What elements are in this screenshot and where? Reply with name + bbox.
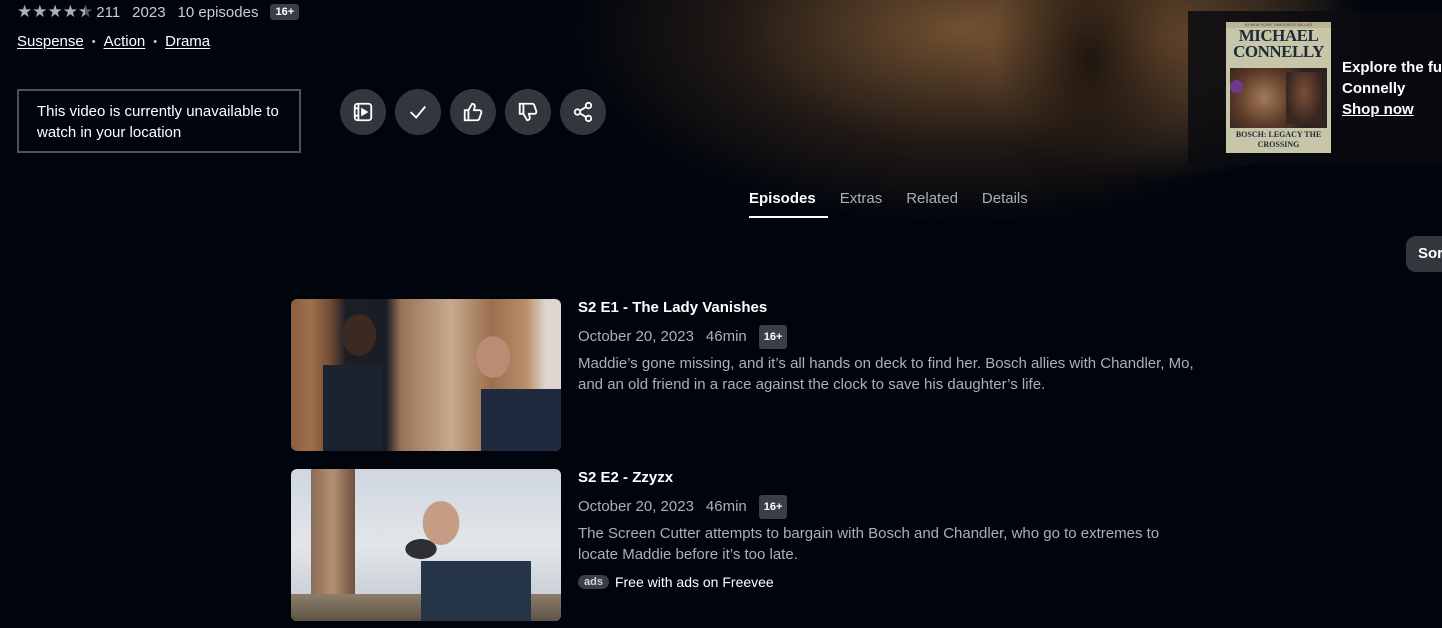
book-badge-icon [1230,80,1243,93]
hero-image [990,0,1190,200]
like-button[interactable] [450,89,496,135]
thumbnail-figure [315,305,385,451]
ad-text-line1: Explore the fu [1342,59,1442,76]
tab-details[interactable]: Details [970,188,1040,218]
book-title: BOSCH: LEGACY THE CROSSING [1235,130,1322,149]
genre-link-suspense[interactable]: Suspense [17,33,84,50]
age-rating-badge: 16+ [758,325,788,349]
thumbnail-figure [461,319,561,451]
thumbs-up-icon [463,102,483,122]
rating-count: 211 [96,3,121,21]
ad-text-line2: Connelly [1342,80,1406,97]
trailer-button[interactable] [340,89,386,135]
episode-title[interactable]: S2 E1 - The Lady Vanishes [578,299,767,317]
tab-extras[interactable]: Extras [828,188,895,218]
film-icon [353,102,373,122]
episode-date: October 20, 2023 [578,498,694,515]
episode-meta: October 20, 2023 46min 16+ [578,325,788,349]
star-icon: ★ [62,2,78,21]
genre-link-action[interactable]: Action [104,33,146,50]
age-rating-badge: 16+ [270,4,300,20]
episode-duration: 46min [705,328,747,345]
book-ad-panel[interactable]: #1 NEW YORK TIMES BESTSELLER MICHAEL CON… [1188,11,1442,165]
separator-dot: • [153,35,158,48]
book-cover-image[interactable]: #1 NEW YORK TIMES BESTSELLER MICHAEL CON… [1226,22,1331,153]
action-buttons [340,89,606,135]
book-author: MICHAEL CONNELLY [1233,26,1324,61]
episode-description: The Screen Cutter attempts to bargain wi… [578,525,1160,563]
checkmark-icon [410,105,427,119]
shop-now-link[interactable]: Shop now [1342,99,1442,120]
share-icon [573,101,593,123]
ads-badge: ads [578,575,609,589]
half-star-icon: ★ [78,2,93,22]
dislike-button[interactable] [505,89,551,135]
genre-links: Suspense • Action • Drama [17,33,210,50]
episode-meta: October 20, 2023 46min 16+ [578,495,788,519]
share-button[interactable] [560,89,606,135]
star-rating[interactable]: ★ ★ ★ ★ ★ [17,2,93,22]
age-rating-badge: 16+ [758,495,788,519]
thumbs-down-icon [518,102,538,122]
genre-link-drama[interactable]: Drama [165,33,210,50]
episode-date: October 20, 2023 [578,328,694,345]
star-icon: ★ [32,2,47,21]
ads-label: Free with ads on Freevee [614,574,774,590]
star-icon: ★ [47,2,63,21]
episode-thumbnail[interactable] [291,469,561,621]
episode-thumbnail[interactable] [291,299,561,451]
tab-episodes[interactable]: Episodes [737,188,828,218]
episode-title[interactable]: S2 E2 - Zzyzx [578,469,673,487]
content-tabs: Episodes Extras Related Details [737,188,1040,218]
watchlist-button[interactable] [395,89,441,135]
episode-item[interactable]: S2 E1 - The Lady Vanishes October 20, 20… [291,299,1194,451]
tab-related[interactable]: Related [894,188,970,218]
release-year: 2023 [132,3,166,21]
unavailable-notice: This video is currently unavailable to w… [17,89,301,153]
title-meta-row: ★ ★ ★ ★ ★ 211 2023 10 episodes 16+ [17,2,300,22]
ad-text: Explore the fu Connelly Shop now [1342,57,1442,120]
episode-item[interactable]: S2 E2 - Zzyzx October 20, 2023 46min 16+… [291,469,1191,621]
book-cover-art [1230,68,1327,128]
episode-count: 10 episodes [177,3,259,21]
episode-description: Maddie’s gone missing, and it’s all hand… [578,355,1194,393]
star-icon: ★ [17,2,32,21]
separator-dot: • [91,35,96,48]
freevee-ads-row: ads Free with ads on Freevee [578,574,774,590]
thumbnail-figure [361,483,531,621]
sort-button[interactable]: Sor [1406,236,1442,272]
episode-duration: 46min [705,498,747,515]
